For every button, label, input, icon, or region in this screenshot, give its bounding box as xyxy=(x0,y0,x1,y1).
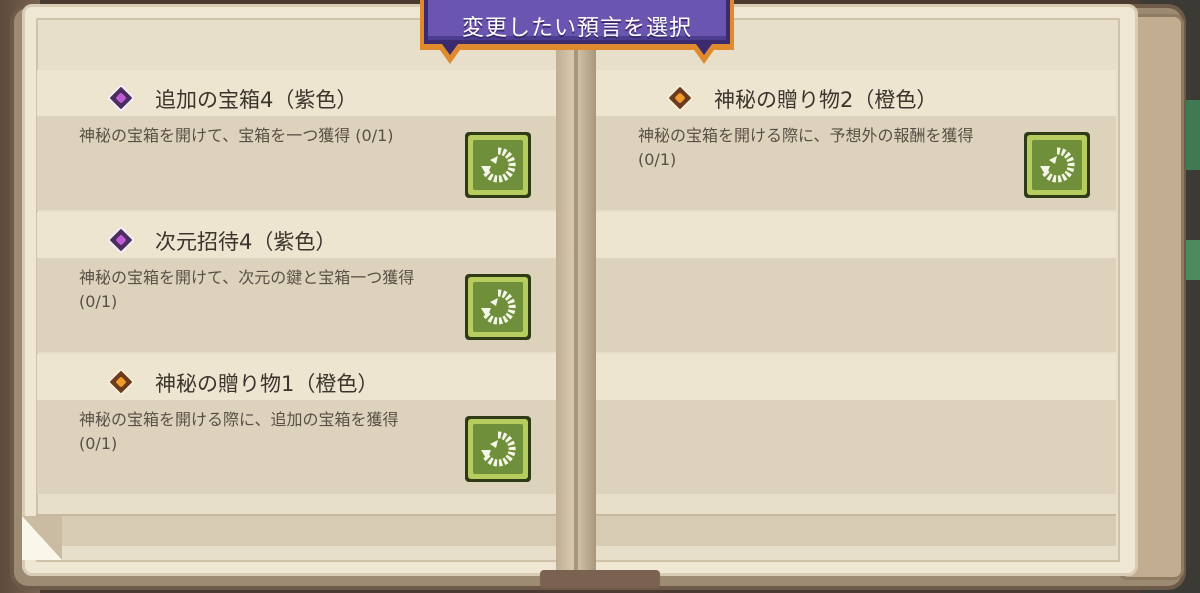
prophecy-description: 神秘の宝箱を開けて、宝箱を一つ獲得 (0/1) xyxy=(79,126,394,145)
empty-slot-header xyxy=(596,212,1116,258)
empty-slot xyxy=(596,212,1116,354)
reroll-button-frame xyxy=(468,419,528,479)
reroll-button[interactable] xyxy=(465,416,531,482)
purple-gem-icon xyxy=(106,225,136,255)
reroll-button-face xyxy=(473,140,523,190)
empty-slot-body xyxy=(596,258,1116,352)
prophecy-list-right: 神秘の贈り物2（橙色） 神秘の宝箱を開ける際に、予想外の報酬を獲得 (0/1) xyxy=(596,70,1116,496)
book-spine-crease xyxy=(574,14,578,574)
prophecy-description: 神秘の宝箱を開けて、次元の鍵と宝箱一つ獲得 (0/1) xyxy=(79,268,415,311)
reroll-button[interactable] xyxy=(465,274,531,340)
prophecy-title: 追加の宝箱4（紫色） xyxy=(155,88,358,112)
prophecy-body: 神秘の宝箱を開ける際に、追加の宝箱を獲得 (0/1) xyxy=(37,400,557,494)
reroll-icon xyxy=(1040,147,1075,183)
prophecy-title: 次元招待4（紫色） xyxy=(155,230,337,254)
reroll-button[interactable] xyxy=(1024,132,1090,198)
reroll-button[interactable] xyxy=(465,132,531,198)
reroll-button-face xyxy=(473,424,523,474)
prophecy-header: 追加の宝箱4（紫色） xyxy=(37,70,557,116)
prophecy-card: 次元招待4（紫色） 神秘の宝箱を開けて、次元の鍵と宝箱一つ獲得 (0/1) xyxy=(37,212,557,354)
reroll-icon xyxy=(481,431,516,467)
reroll-button-face xyxy=(1032,140,1082,190)
prophecy-title: 神秘の贈り物2（橙色） xyxy=(714,88,938,112)
reroll-button-frame xyxy=(468,277,528,337)
prophecy-card: 追加の宝箱4（紫色） 神秘の宝箱を開けて、宝箱を一つ獲得 (0/1) xyxy=(37,70,557,212)
prophecy-list-left: 追加の宝箱4（紫色） 神秘の宝箱を開けて、宝箱を一つ獲得 (0/1) 次元招待4… xyxy=(37,70,557,496)
reroll-button-frame xyxy=(1027,135,1087,195)
prophecy-body: 神秘の宝箱を開けて、次元の鍵と宝箱一つ獲得 (0/1) xyxy=(37,258,557,352)
empty-slot-body xyxy=(596,400,1116,494)
orange-gem-icon xyxy=(106,367,136,397)
purple-gem-icon xyxy=(106,83,136,113)
banner-title: 変更したい預言を選択 xyxy=(461,16,692,41)
page-bottom-strip xyxy=(596,514,1116,546)
reroll-button-frame xyxy=(468,135,528,195)
prophecy-body: 神秘の宝箱を開ける際に、予想外の報酬を獲得 (0/1) xyxy=(596,116,1116,210)
reroll-button-face xyxy=(473,282,523,332)
prophecy-description: 神秘の宝箱を開ける際に、予想外の報酬を獲得 (0/1) xyxy=(638,126,974,169)
reroll-icon xyxy=(481,289,516,325)
book-clasp xyxy=(540,570,660,588)
prophecy-title: 神秘の贈り物1（橙色） xyxy=(155,372,379,396)
prophecy-card: 神秘の贈り物1（橙色） 神秘の宝箱を開ける際に、追加の宝箱を獲得 (0/1) xyxy=(37,354,557,496)
prophecy-body: 神秘の宝箱を開けて、宝箱を一つ獲得 (0/1) xyxy=(37,116,557,210)
page-bottom-strip xyxy=(36,514,556,546)
empty-slot xyxy=(596,354,1116,496)
prophecy-header: 神秘の贈り物1（橙色） xyxy=(37,354,557,400)
reroll-icon xyxy=(481,147,516,183)
prophecy-description: 神秘の宝箱を開ける際に、追加の宝箱を獲得 (0/1) xyxy=(79,410,399,453)
prophecy-header: 神秘の贈り物2（橙色） xyxy=(596,70,1116,116)
orange-gem-icon xyxy=(665,83,695,113)
title-banner: 変更したい預言を選択 xyxy=(414,0,740,64)
empty-slot-header xyxy=(596,354,1116,400)
prophecy-header: 次元招待4（紫色） xyxy=(37,212,557,258)
prophecy-card: 神秘の贈り物2（橙色） 神秘の宝箱を開ける際に、予想外の報酬を獲得 (0/1) xyxy=(596,70,1116,212)
game-background-foliage xyxy=(1186,240,1200,280)
